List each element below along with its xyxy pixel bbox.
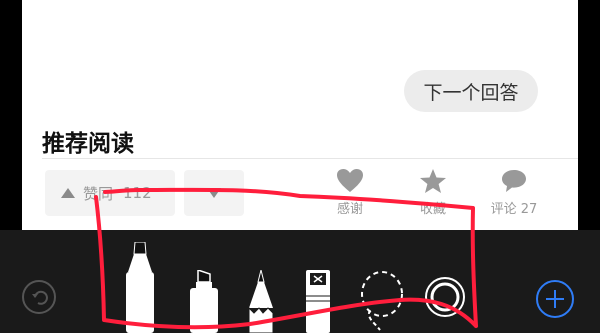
comment-label: 评论 27 (490, 202, 538, 217)
lasso-tool[interactable] (356, 270, 406, 333)
speech-bubble-icon (502, 170, 526, 192)
recommended-reading-title: 推荐阅读 (42, 131, 134, 157)
thanks-label: 感谢 (336, 202, 363, 217)
undo-button[interactable] (22, 280, 56, 314)
pencil-tool[interactable] (245, 270, 277, 333)
marker-tool[interactable] (122, 242, 158, 333)
downvote-button[interactable] (184, 170, 244, 216)
thanks-button[interactable]: 感谢 (315, 168, 385, 222)
favorite-button[interactable]: 收藏 (398, 168, 468, 222)
favorite-label: 收藏 (419, 202, 446, 217)
comment-button[interactable]: 评论 27 (479, 168, 549, 222)
down-triangle-icon (207, 188, 221, 198)
upvote-button[interactable]: 赞同 112 (45, 170, 175, 216)
upvote-count: 112 (123, 184, 152, 202)
heart-icon (337, 169, 363, 192)
add-button[interactable] (536, 280, 574, 318)
markup-toolbar (0, 230, 600, 333)
up-triangle-icon (61, 188, 75, 198)
undo-icon (32, 290, 48, 305)
star-icon (420, 169, 446, 193)
article-page: 下一个回答 推荐阅读 赞同 112 感谢 收藏 评论 27 (22, 0, 578, 232)
highlighter-tool[interactable] (186, 270, 222, 333)
upvote-label: 赞同 (83, 184, 114, 203)
eraser-tool[interactable] (302, 270, 334, 333)
next-answer-button[interactable]: 下一个回答 (404, 70, 538, 112)
divider (42, 158, 578, 159)
ruler-tool[interactable] (424, 276, 466, 318)
